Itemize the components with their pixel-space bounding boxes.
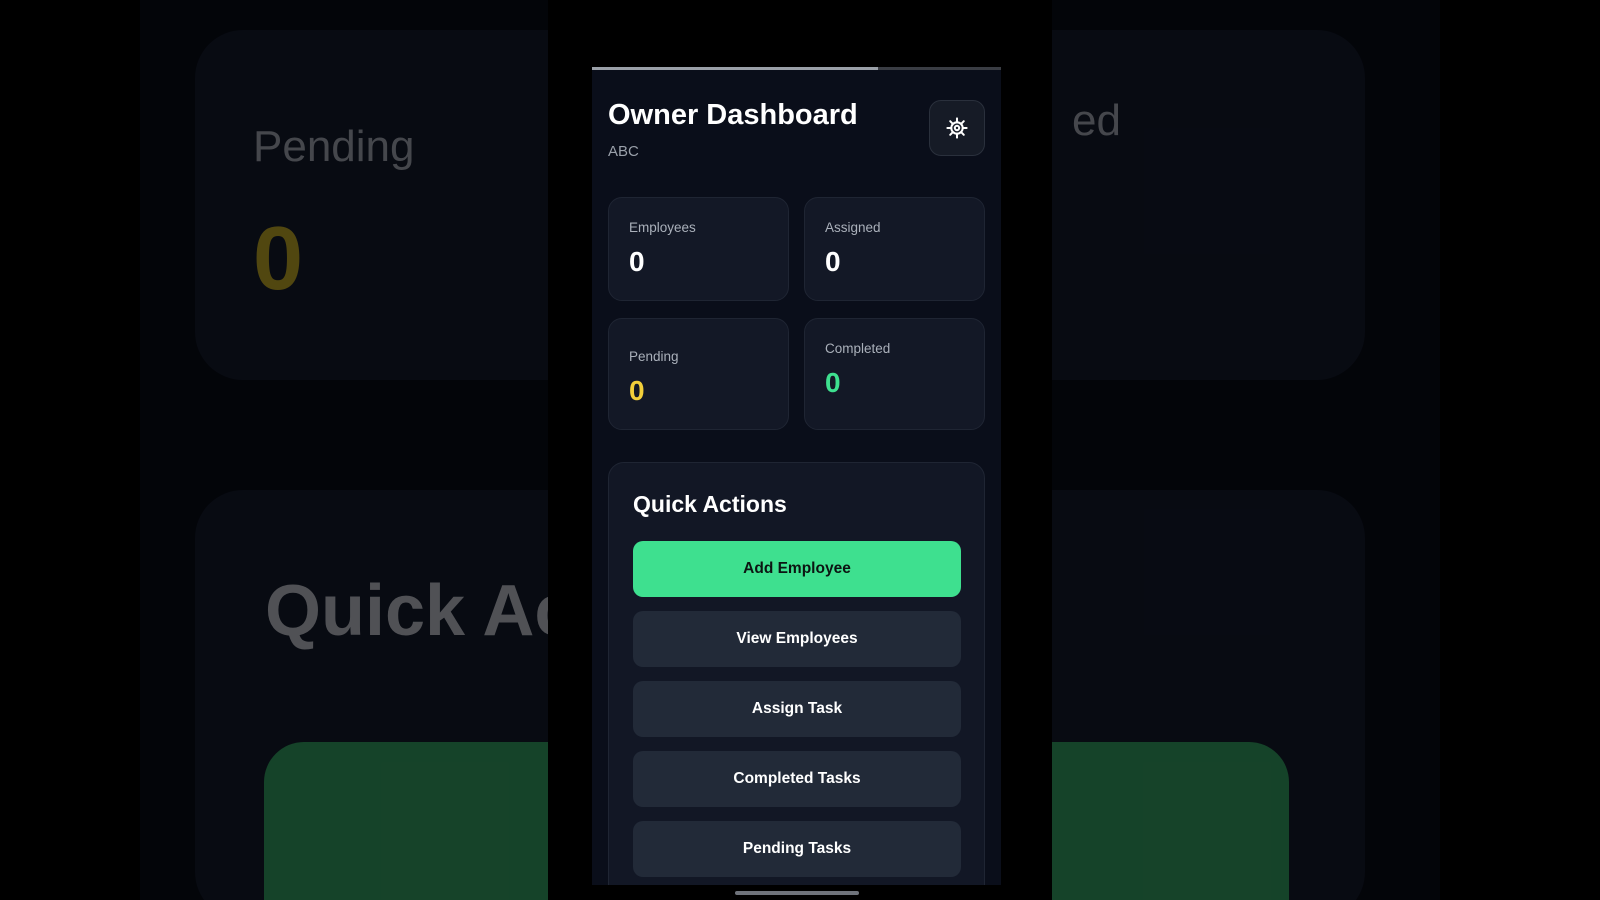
stat-label: Completed [825, 341, 891, 356]
stat-card-employees: Employees 0 [608, 197, 789, 301]
home-indicator[interactable] [735, 891, 859, 895]
company-name: ABC [608, 143, 639, 160]
loading-progress-fill [592, 67, 879, 70]
stat-value: 0 [825, 367, 841, 398]
stat-value: 0 [629, 246, 645, 277]
stat-card-completed: Completed 0 [804, 318, 985, 430]
app-screen: Owner Dashboard ABC Employees 0 Assigned… [592, 67, 1001, 885]
stat-card-assigned: Assigned 0 [804, 197, 985, 301]
quick-actions-title: Quick Actions [633, 491, 787, 517]
view-employees-button[interactable]: View Employees [633, 611, 961, 667]
stat-card-pending: Pending 0 [608, 318, 789, 430]
add-employee-button[interactable]: Add Employee [633, 541, 961, 597]
stat-label: Assigned [825, 220, 881, 235]
assign-task-button[interactable]: Assign Task [633, 681, 961, 737]
page-title: Owner Dashboard [608, 99, 858, 131]
stat-value: 0 [825, 246, 841, 277]
gear-icon [946, 117, 968, 139]
quick-actions-panel: Quick Actions Add Employee View Employee… [608, 462, 985, 885]
completed-tasks-button[interactable]: Completed Tasks [633, 751, 961, 807]
settings-button[interactable] [929, 100, 985, 156]
stat-label: Employees [629, 220, 696, 235]
stat-label: Pending [629, 349, 679, 364]
stat-value: 0 [629, 375, 645, 406]
pending-tasks-button[interactable]: Pending Tasks [633, 821, 961, 877]
loading-progress-bar [592, 67, 1001, 70]
